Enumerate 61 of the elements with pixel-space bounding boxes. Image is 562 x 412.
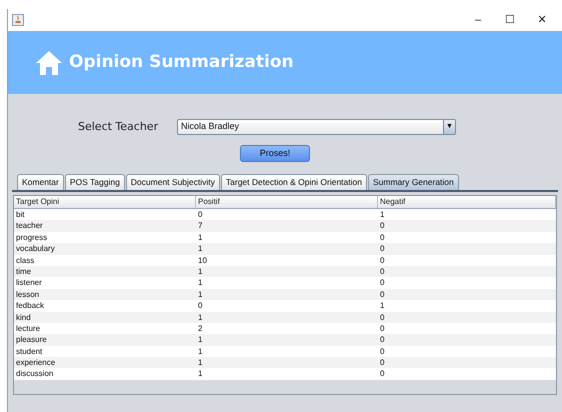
table-cell-text: 7 [197, 220, 204, 232]
table-cell-text: 0 [379, 368, 386, 380]
table-cell-text: 0 [197, 209, 204, 220]
table-cell-text: 1 [197, 277, 204, 289]
table-cell-text: 0 [197, 300, 204, 312]
table-cell-text: 1 [197, 312, 204, 323]
table-cell-text: 1 [197, 288, 204, 300]
minimize-button[interactable]: – [462, 10, 494, 30]
home-icon [35, 50, 63, 76]
column-header[interactable]: Negatif [378, 196, 556, 208]
table-cell-text: experience [15, 357, 56, 368]
table-cell-text: 0 [379, 220, 386, 232]
table-cell-text: kind [15, 312, 32, 323]
table-cell-text: 0 [379, 312, 386, 323]
table-cell-text: time [15, 266, 32, 278]
table-cell-text: 1 [197, 368, 204, 380]
column-header[interactable]: Positif [196, 196, 378, 208]
table-cell-text: 2 [197, 322, 204, 334]
table-cell-text: 0 [379, 346, 386, 358]
app-title: Opinion Summarization [69, 50, 294, 74]
table-cell-text: 1 [379, 209, 386, 220]
process-button[interactable]: Proses! [240, 145, 310, 162]
table-cell-text: teacher [15, 220, 44, 232]
table-cell-text: 10 [197, 254, 208, 266]
table-cell-text: 1 [197, 357, 204, 368]
table-cell-text: 0 [379, 277, 386, 289]
table-cell-text: lecture [15, 322, 42, 334]
table-cell-text: 0 [379, 254, 386, 266]
table-cell-text: lesson [15, 288, 40, 300]
table-cell-text: progress [15, 232, 48, 244]
column-header[interactable]: Target Opini [14, 196, 196, 208]
table-cell-text: 0 [379, 288, 386, 300]
table-cell-text: class [15, 254, 36, 266]
table-cell-text: 1 [197, 232, 204, 244]
table-cell-text: 0 [379, 232, 386, 244]
table-cell-text: 0 [379, 334, 386, 346]
tab[interactable]: Document Subjectivity [126, 174, 220, 190]
table-cell-text: discussion [15, 368, 54, 380]
table-cell-text: 0 [379, 357, 386, 368]
table-cell-text: 1 [197, 346, 204, 358]
maximize-button[interactable]: ☐ [494, 10, 526, 30]
table-cell-text: 0 [379, 322, 386, 334]
table-cell-text: fedback [15, 300, 46, 312]
close-button[interactable]: ✕ [526, 10, 558, 30]
table-cell-text: listener [15, 277, 43, 289]
table-cell-text: pleasure [15, 334, 48, 346]
tab[interactable]: Summary Generation [368, 174, 459, 190]
table-cell-text: 1 [197, 266, 204, 278]
table-cell-text: 0 [379, 243, 386, 255]
table-cell-text: 1 [379, 300, 386, 312]
table-cell-text: vocabulary [15, 243, 56, 255]
table-cell-text: bit [15, 209, 26, 220]
tab[interactable]: POS Tagging [64, 174, 125, 190]
tab[interactable]: Komentar [17, 174, 64, 190]
table-cell-text: 0 [379, 266, 386, 278]
table-cell-text: 1 [197, 334, 204, 346]
app-icon [12, 14, 24, 26]
select-teacher-label: Select Teacher [78, 118, 160, 135]
table-cell-text: student [15, 346, 44, 358]
tab[interactable]: Target Detection & Opini Orientation [220, 174, 367, 190]
table-cell-text: 1 [197, 243, 204, 255]
